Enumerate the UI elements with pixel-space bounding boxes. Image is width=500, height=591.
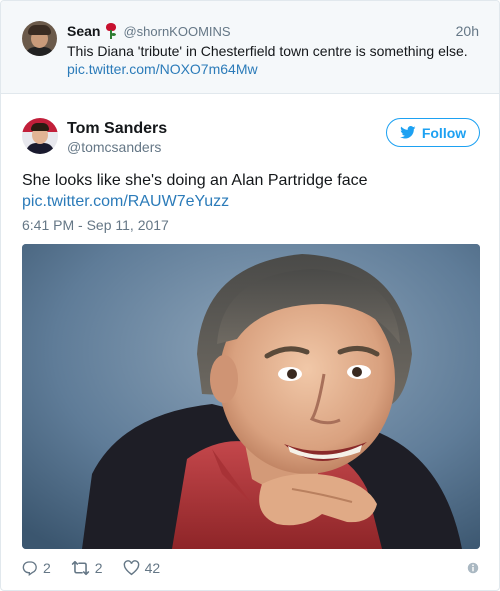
heart-icon bbox=[123, 560, 139, 576]
follow-button-label: Follow bbox=[421, 124, 467, 141]
twitter-bird-icon bbox=[399, 126, 416, 139]
like-count: 42 bbox=[144, 560, 161, 576]
parent-tweet-author-handle[interactable]: @shornKOOMINS bbox=[123, 24, 230, 39]
tweet-photo[interactable] bbox=[22, 244, 480, 549]
author-avatar[interactable] bbox=[22, 118, 58, 154]
info-icon[interactable] bbox=[466, 561, 480, 575]
retweet-count: 2 bbox=[94, 560, 103, 576]
like-button[interactable]: 42 bbox=[123, 560, 161, 576]
parent-tweet-header: Sean @shornKOOMINS bbox=[67, 22, 231, 40]
retweet-button[interactable]: 2 bbox=[71, 560, 103, 576]
reply-icon bbox=[22, 561, 37, 576]
reply-count: 2 bbox=[43, 560, 51, 576]
parent-tweet-text: This Diana 'tribute' in Chesterfield tow… bbox=[67, 43, 468, 59]
parent-tweet-author-name[interactable]: Sean bbox=[67, 23, 100, 39]
parent-tweet-avatar[interactable] bbox=[22, 21, 57, 56]
tweet-actions: 2 2 42 bbox=[22, 558, 480, 578]
follow-button[interactable]: Follow bbox=[386, 118, 480, 147]
embedded-tweet-card: Sean @shornKOOMINS 20h This Diana 'tribu… bbox=[0, 0, 500, 591]
author-name[interactable]: Tom Sanders bbox=[67, 120, 167, 138]
tweet-text: She looks like she's doing an Alan Partr… bbox=[22, 172, 368, 189]
parent-tweet[interactable]: Sean @shornKOOMINS 20h This Diana 'tribu… bbox=[1, 1, 499, 94]
reply-button[interactable]: 2 bbox=[22, 560, 51, 576]
photo-illustration bbox=[22, 244, 480, 549]
rose-icon bbox=[105, 23, 117, 39]
parent-tweet-media-link[interactable]: pic.twitter.com/NOXO7m64Mw bbox=[67, 61, 258, 77]
tweet-media-link[interactable]: pic.twitter.com/RAUW7eYuzz bbox=[22, 193, 229, 211]
author-handle[interactable]: @tomcsanders bbox=[67, 139, 161, 155]
tweet-timestamp[interactable]: 6:41 PM - Sep 11, 2017 bbox=[22, 217, 169, 233]
retweet-icon bbox=[71, 560, 90, 576]
parent-tweet-time[interactable]: 20h bbox=[456, 23, 479, 39]
